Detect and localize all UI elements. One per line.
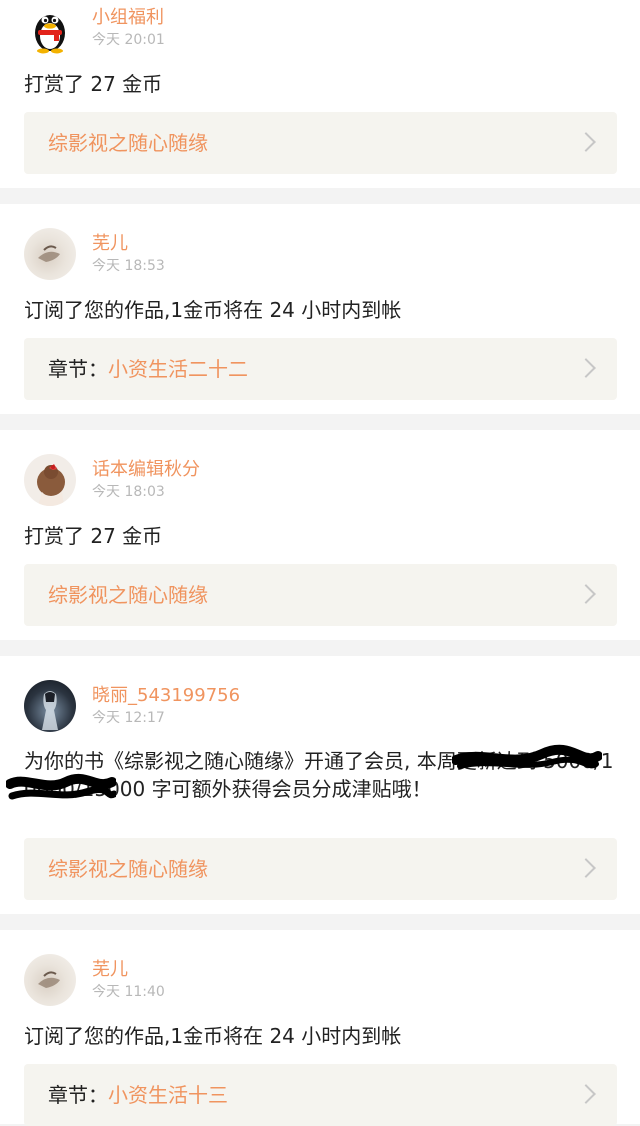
chapter-link: 章节：小资生活二十二 xyxy=(48,356,248,382)
message-text: 订阅了您的作品,1金币将在 24 小时内到帐 xyxy=(24,298,402,322)
sender-name[interactable]: 小组福利 xyxy=(92,7,164,29)
chevron-right-icon xyxy=(576,358,596,378)
message-text: 订阅了您的作品,1金币将在 24 小时内到帐 xyxy=(24,1024,402,1048)
chapter-prefix: 章节： xyxy=(48,357,108,381)
photo-avatar[interactable] xyxy=(24,228,76,280)
book-link-label: 综影视之随心随缘 xyxy=(48,131,208,155)
timestamp: 今天 12:17 xyxy=(92,710,165,726)
chevron-right-icon xyxy=(576,1084,596,1104)
timestamp: 今天 11:40 xyxy=(92,984,165,1000)
book-link-button[interactable]: 综影视之随心随缘 xyxy=(24,838,617,900)
message-text: 打赏了 27 金币 xyxy=(24,524,163,548)
chapter-prefix: 章节： xyxy=(48,1083,108,1107)
redaction-scribble xyxy=(6,773,116,800)
redaction-scribble xyxy=(452,744,602,769)
notification-card: 芜儿 今天 11:40 订阅了您的作品,1金币将在 24 小时内到帐 章节：小资… xyxy=(0,930,640,1126)
notification-card: 话本编辑秋分 今天 18:03 打赏了 27 金币 综影视之随心随缘 xyxy=(0,430,640,640)
chapter-link-button[interactable]: 章节：小资生活二十二 xyxy=(24,338,617,400)
dark-figure-avatar[interactable] xyxy=(24,680,76,732)
timestamp: 今天 20:01 xyxy=(92,32,165,48)
sender-name[interactable]: 芜儿 xyxy=(92,233,128,255)
notification-card: 芜儿 今天 18:53 订阅了您的作品,1金币将在 24 小时内到帐 章节：小资… xyxy=(0,204,640,414)
chevron-right-icon xyxy=(576,858,596,878)
photo-avatar[interactable] xyxy=(24,954,76,1006)
notification-card: 小组福利 今天 20:01 打赏了 27 金币 综影视之随心随缘 xyxy=(0,0,640,188)
notification-card: 晓丽_543199756 今天 12:17 为你的书《综影视之随心随缘》开通了会… xyxy=(0,656,640,914)
timestamp: 今天 18:03 xyxy=(92,484,165,500)
girl-bun-avatar[interactable] xyxy=(24,454,76,506)
sender-name[interactable]: 晓丽_543199756 xyxy=(92,685,240,707)
chapter-link-button[interactable]: 章节：小资生活十三 xyxy=(24,1064,617,1126)
chevron-right-icon xyxy=(576,132,596,152)
message-text: 打赏了 27 金币 xyxy=(24,72,163,96)
chapter-link: 章节：小资生活十三 xyxy=(48,1082,228,1108)
qq-penguin-avatar[interactable] xyxy=(24,3,76,55)
book-link-label: 综影视之随心随缘 xyxy=(48,583,208,607)
chapter-title: 小资生活十三 xyxy=(108,1083,228,1107)
sender-name[interactable]: 话本编辑秋分 xyxy=(92,459,200,481)
book-link-label: 综影视之随心随缘 xyxy=(48,857,208,881)
sender-name[interactable]: 芜儿 xyxy=(92,959,128,981)
timestamp: 今天 18:53 xyxy=(92,258,165,274)
chevron-right-icon xyxy=(576,584,596,604)
book-link-button[interactable]: 综影视之随心随缘 xyxy=(24,564,617,626)
book-link-button[interactable]: 综影视之随心随缘 xyxy=(24,112,617,174)
chapter-title: 小资生活二十二 xyxy=(108,357,248,381)
